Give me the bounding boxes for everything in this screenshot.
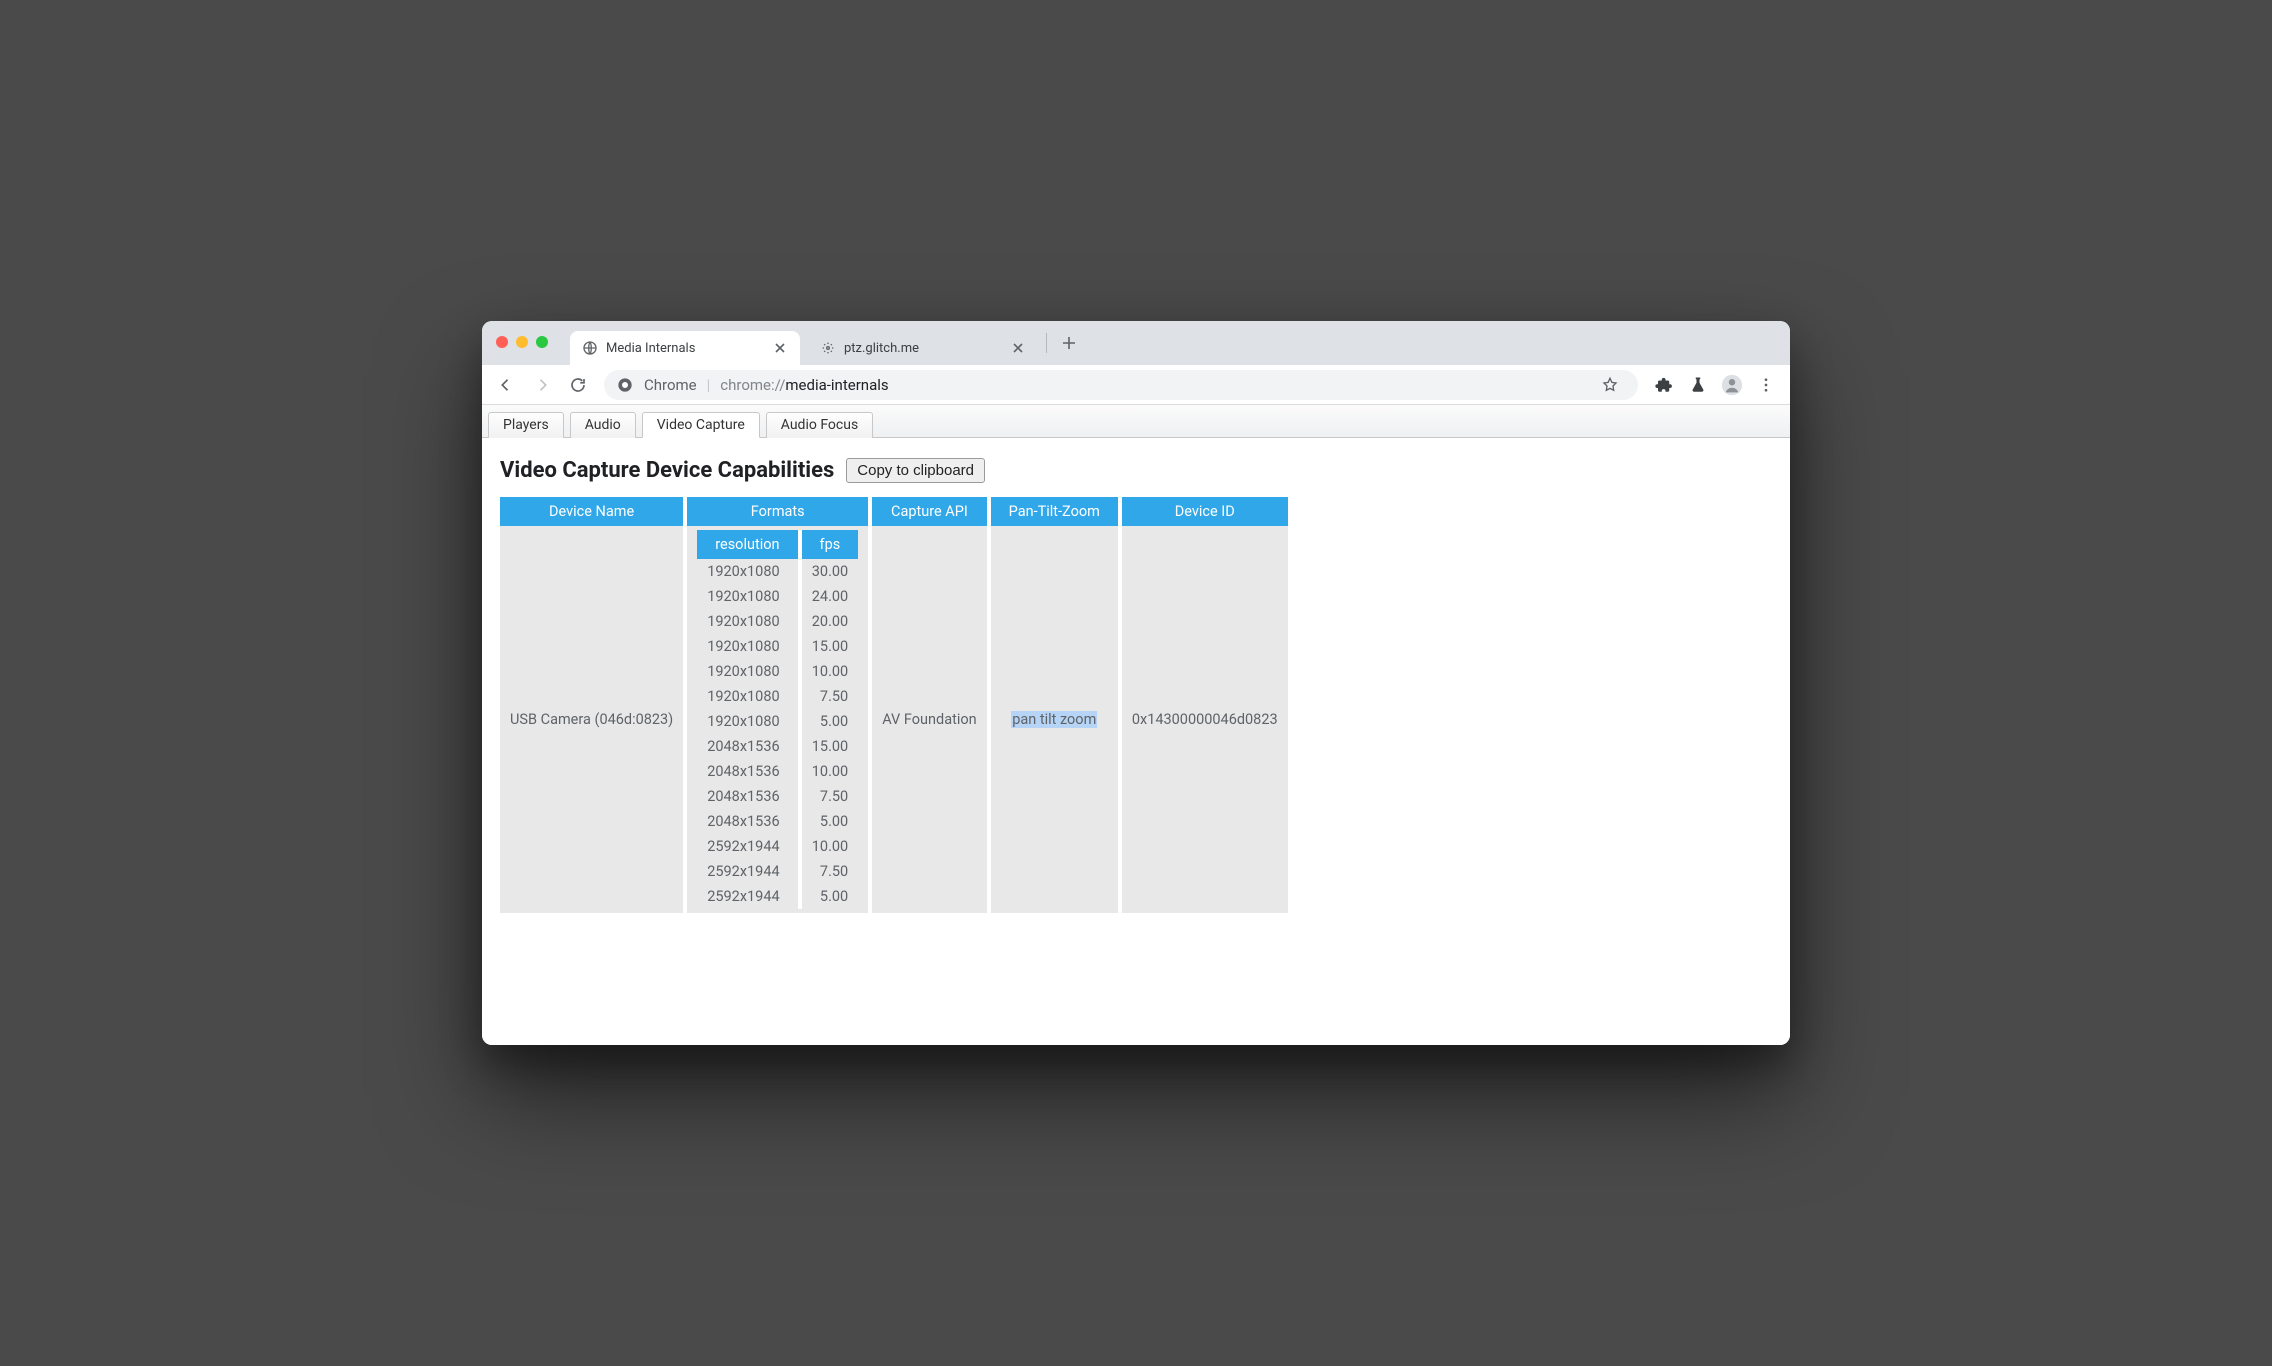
- format-resolution: 1920x1080: [697, 584, 799, 609]
- format-row: 2048x15365.00: [697, 809, 858, 834]
- cell-device-id: 0x14300000046d0823: [1120, 526, 1288, 913]
- subtab-players[interactable]: Players: [488, 412, 564, 438]
- profile-avatar-icon[interactable]: [1716, 369, 1748, 401]
- subtab-audio-focus[interactable]: Audio Focus: [766, 412, 873, 438]
- format-row: 2048x15367.50: [697, 784, 858, 809]
- col-formats[interactable]: Formats: [685, 497, 870, 526]
- format-resolution: 2048x1536: [697, 759, 799, 784]
- format-resolution: 2048x1536: [697, 734, 799, 759]
- tab-title: ptz.glitch.me: [844, 341, 1002, 356]
- format-fps: 10.00: [800, 834, 859, 859]
- format-resolution: 1920x1080: [697, 634, 799, 659]
- format-resolution: 2592x1944: [697, 834, 799, 859]
- format-fps: 5.00: [800, 709, 859, 734]
- minimize-window-button[interactable]: [516, 336, 528, 348]
- format-fps: 15.00: [800, 634, 859, 659]
- format-fps: 7.50: [800, 684, 859, 709]
- bookmark-star-icon[interactable]: [1594, 369, 1626, 401]
- format-row: 1920x108010.00: [697, 659, 858, 684]
- format-fps: 7.50: [800, 784, 859, 809]
- fmt-col-resolution: resolution: [697, 530, 799, 559]
- cell-capture-api: AV Foundation: [870, 526, 988, 913]
- format-row: 1920x108020.00: [697, 609, 858, 634]
- extensions-icon[interactable]: [1648, 369, 1680, 401]
- kebab-menu-icon[interactable]: [1750, 369, 1782, 401]
- col-device-name[interactable]: Device Name: [500, 497, 685, 526]
- titlebar: Media Internals ptz.glitch.me: [482, 321, 1790, 365]
- format-resolution: 2048x1536: [697, 784, 799, 809]
- format-resolution: 2592x1944: [697, 859, 799, 884]
- format-resolution: 2048x1536: [697, 809, 799, 834]
- format-fps: 30.00: [800, 559, 859, 584]
- format-fps: 15.00: [800, 734, 859, 759]
- col-ptz[interactable]: Pan-Tilt-Zoom: [989, 497, 1120, 526]
- page-content: Players Audio Video Capture Audio Focus …: [482, 405, 1790, 1045]
- site-icon: [820, 340, 836, 356]
- col-capture-api[interactable]: Capture API: [870, 497, 988, 526]
- format-resolution: 2592x1944: [697, 884, 799, 909]
- format-fps: 5.00: [800, 809, 859, 834]
- format-fps: 20.00: [800, 609, 859, 634]
- omnibox-separator: |: [707, 376, 711, 394]
- format-row: 2592x19445.00: [697, 884, 858, 909]
- globe-icon: [582, 340, 598, 356]
- subtab-video-capture[interactable]: Video Capture: [642, 412, 760, 438]
- format-resolution: 1920x1080: [697, 659, 799, 684]
- format-row: 2592x19447.50: [697, 859, 858, 884]
- cell-formats: resolution fps 1920x108030.001920x108024…: [685, 526, 870, 913]
- cell-ptz: pan tilt zoom: [989, 526, 1120, 913]
- address-bar: Chrome | chrome://media-internals: [482, 365, 1790, 405]
- back-button[interactable]: [490, 369, 522, 401]
- cell-device-name: USB Camera (046d:0823): [500, 526, 685, 913]
- format-row: 2048x153615.00: [697, 734, 858, 759]
- copy-to-clipboard-button[interactable]: Copy to clipboard: [846, 458, 985, 483]
- close-tab-button[interactable]: [1010, 340, 1026, 356]
- forward-button[interactable]: [526, 369, 558, 401]
- format-row: 2048x153610.00: [697, 759, 858, 784]
- capabilities-table: Device Name Formats Capture API Pan-Tilt…: [500, 497, 1288, 913]
- format-fps: 5.00: [800, 884, 859, 909]
- labs-icon[interactable]: [1682, 369, 1714, 401]
- reload-button[interactable]: [562, 369, 594, 401]
- subtab-audio[interactable]: Audio: [570, 412, 636, 438]
- browser-tab-ptz-glitch[interactable]: ptz.glitch.me: [808, 331, 1038, 365]
- url-text: chrome://media-internals: [720, 376, 888, 394]
- maximize-window-button[interactable]: [536, 336, 548, 348]
- close-window-button[interactable]: [496, 336, 508, 348]
- omnibox[interactable]: Chrome | chrome://media-internals: [604, 370, 1638, 400]
- new-tab-button[interactable]: [1055, 329, 1083, 357]
- tab-title: Media Internals: [606, 341, 764, 356]
- format-fps: 10.00: [800, 659, 859, 684]
- origin-label: Chrome: [644, 376, 697, 394]
- browser-tab-media-internals[interactable]: Media Internals: [570, 331, 800, 365]
- fmt-col-fps: fps: [800, 530, 859, 559]
- page-subtabs: Players Audio Video Capture Audio Focus: [482, 405, 1790, 438]
- format-row: 1920x108024.00: [697, 584, 858, 609]
- format-resolution: 1920x1080: [697, 559, 799, 584]
- format-row: 1920x10807.50: [697, 684, 858, 709]
- format-fps: 10.00: [800, 759, 859, 784]
- format-fps: 24.00: [800, 584, 859, 609]
- format-row: 1920x10805.00: [697, 709, 858, 734]
- format-row: 2592x194410.00: [697, 834, 858, 859]
- format-row: 1920x108030.00: [697, 559, 858, 584]
- format-resolution: 1920x1080: [697, 609, 799, 634]
- format-resolution: 1920x1080: [697, 684, 799, 709]
- format-fps: 7.50: [800, 859, 859, 884]
- formats-subtable: resolution fps 1920x108030.001920x108024…: [697, 530, 858, 909]
- browser-window: Media Internals ptz.glitch.me: [482, 321, 1790, 1045]
- close-tab-button[interactable]: [772, 340, 788, 356]
- format-resolution: 1920x1080: [697, 709, 799, 734]
- ptz-highlighted-text: pan tilt zoom: [1011, 711, 1097, 728]
- col-device-id[interactable]: Device ID: [1120, 497, 1288, 526]
- page-heading: Video Capture Device Capabilities: [500, 458, 834, 483]
- window-controls: [496, 336, 548, 348]
- table-row: USB Camera (046d:0823) resolution fps 19…: [500, 526, 1288, 913]
- format-row: 1920x108015.00: [697, 634, 858, 659]
- chrome-origin-icon: [616, 376, 634, 394]
- tab-separator: [1046, 333, 1047, 353]
